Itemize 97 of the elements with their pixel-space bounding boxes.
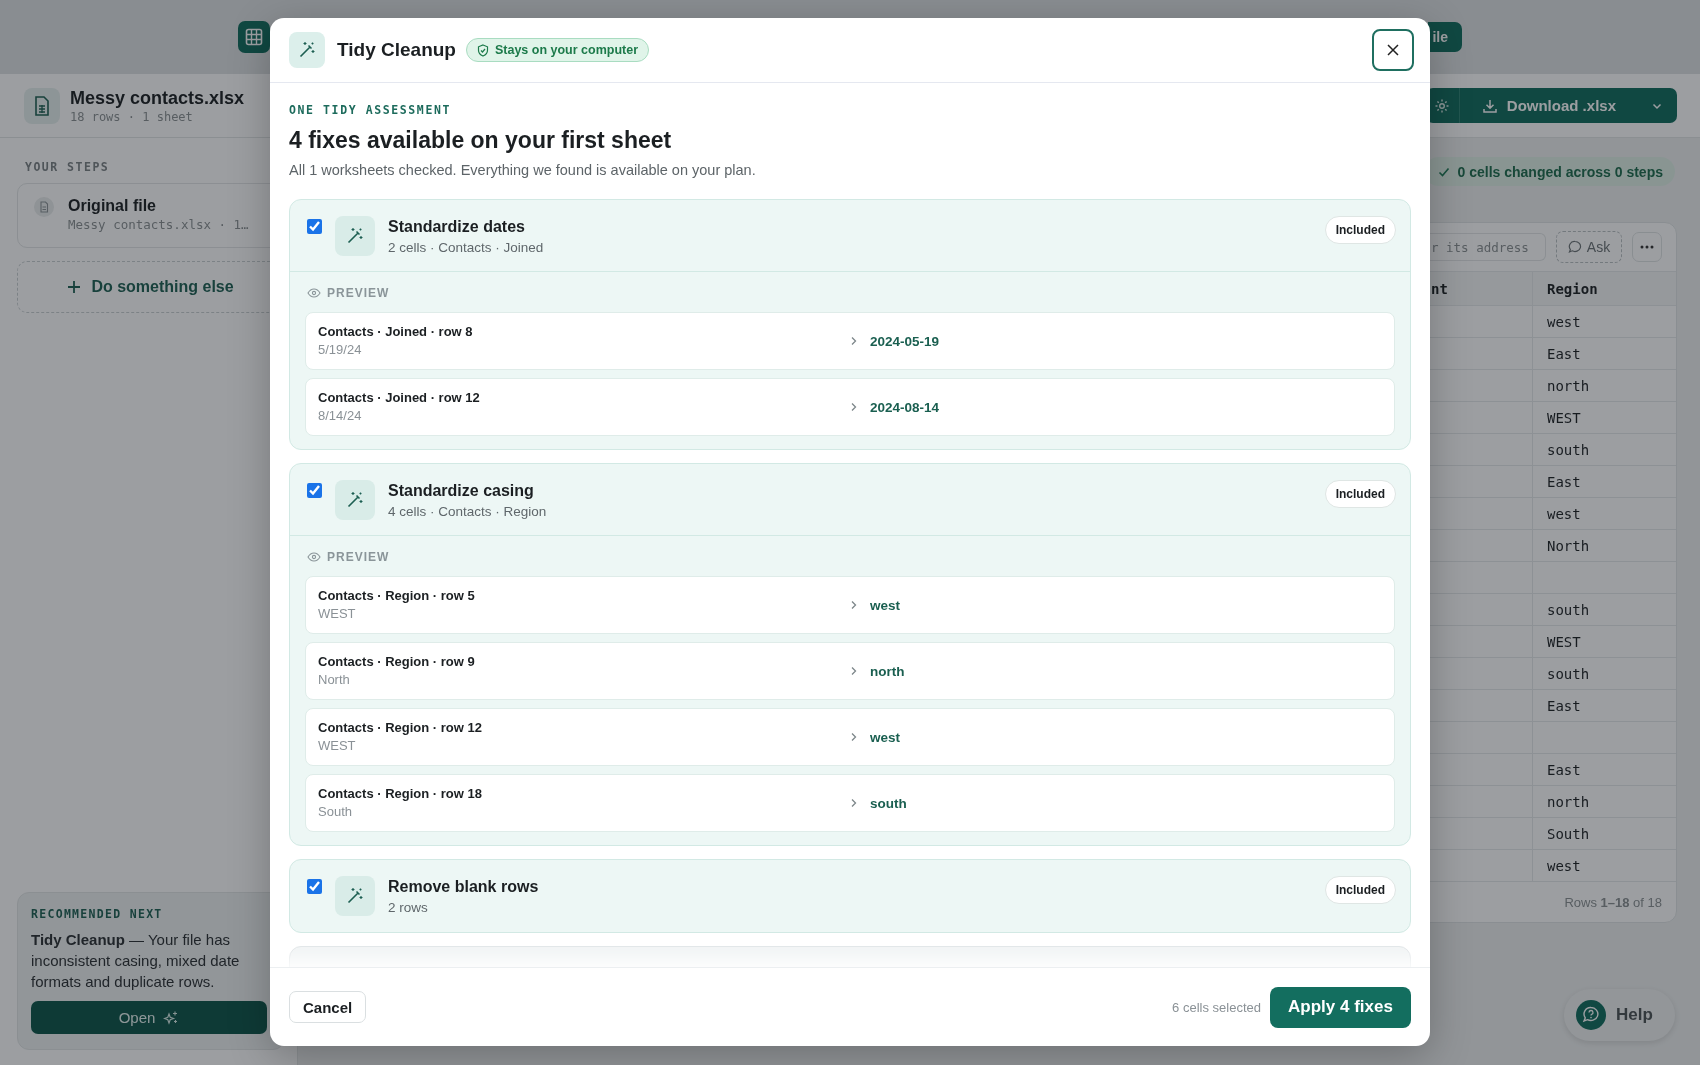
open-button[interactable]: Open xyxy=(31,1001,267,1034)
table-cell-text: East xyxy=(1546,344,1582,364)
dialog-title: Tidy Cleanup xyxy=(337,39,456,61)
file-icon xyxy=(34,197,54,217)
download-button[interactable]: Download .xlsx xyxy=(1459,88,1677,123)
chevron-icon xyxy=(850,402,858,412)
sparkle-icon xyxy=(163,1009,180,1026)
chat-bubble-icon xyxy=(1567,240,1582,254)
fix-checkbox[interactable] xyxy=(307,879,322,894)
cell-location: Contacts · Region · row 9 xyxy=(318,653,476,671)
dialog-heading: 4 fixes available on your first sheet xyxy=(289,126,673,155)
preview-label: PREVIEW xyxy=(327,549,390,565)
summary-text: All 1 worksheets checked. Everything we found is available on your plan. xyxy=(289,161,757,180)
file-meta: 18 rows · 1 sheet xyxy=(70,108,194,125)
old-value: 5/19/24 xyxy=(318,341,363,359)
new-value: west xyxy=(870,597,900,613)
cell-location: Contacts · Region · row 18 xyxy=(318,785,483,803)
old-value: WEST xyxy=(318,605,357,623)
cancel-button[interactable]: Cancel xyxy=(289,991,367,1023)
file-name: Messy contacts.xlsx xyxy=(70,86,245,109)
grid-icon xyxy=(245,28,263,46)
more-icon xyxy=(1640,245,1654,249)
table-cell-text: west xyxy=(1546,856,1582,876)
chevron-icon xyxy=(850,336,858,346)
table-cell-text: west xyxy=(1546,312,1582,332)
table-cell-text: south xyxy=(1546,664,1591,684)
plus-icon xyxy=(67,280,82,294)
new-value: west xyxy=(870,729,900,745)
table-cell-text: north xyxy=(1546,792,1591,812)
settings-icon xyxy=(1434,97,1451,114)
eye-icon xyxy=(307,288,321,298)
table-cell-text: South xyxy=(1546,824,1591,844)
step-title: Original file xyxy=(68,196,157,216)
table-cell-text: north xyxy=(1546,376,1591,396)
chevron-icon xyxy=(850,666,858,676)
wand-icon xyxy=(289,32,325,68)
privacy-badge: Stays on your computer xyxy=(465,38,650,62)
ask-button[interactable]: Ask xyxy=(1556,231,1622,263)
check-icon xyxy=(1437,165,1450,178)
apply-button[interactable]: Apply 4 fixes xyxy=(1270,986,1411,1028)
fix-title: Standardize dates xyxy=(388,217,526,237)
wand-icon xyxy=(335,216,375,256)
step-subtitle: Messy contacts.xlsx · 1… xyxy=(68,216,249,234)
recommendation-text: Tidy Cleanup — Your file has inconsistent casing, mixed date formats and duplicate rows. xyxy=(31,930,241,992)
cell-location: Contacts · Region · row 5 xyxy=(318,587,476,605)
old-value: South xyxy=(318,803,353,821)
fix-checkbox[interactable] xyxy=(307,483,322,498)
table-cell-text: East xyxy=(1546,472,1582,492)
status-badge: Included xyxy=(1324,480,1396,508)
table-cell-text: North xyxy=(1546,536,1591,556)
recommendation-label: RECOMMENDED NEXT xyxy=(31,907,164,921)
new-value: south xyxy=(870,795,907,811)
cell-location: Contacts · Joined · row 12 xyxy=(318,389,481,407)
status-badge: Included xyxy=(1324,876,1396,904)
chevron-icon xyxy=(850,600,858,610)
fix-detail: 2 rows xyxy=(388,899,429,917)
cell-location: Contacts · Region · row 12 xyxy=(318,719,483,737)
spreadsheet-icon xyxy=(24,87,60,124)
eye-icon xyxy=(307,552,321,562)
chevron-icon xyxy=(850,798,858,808)
table-cell-text: WEST xyxy=(1546,632,1582,652)
table-cell-text: west xyxy=(1546,504,1582,524)
status-badge: Included xyxy=(1324,216,1396,244)
selection-count: 6 cells selected xyxy=(1172,999,1261,1015)
help-icon xyxy=(1576,1000,1606,1030)
download-icon xyxy=(1481,97,1498,114)
fix-title: Remove blank rows xyxy=(388,877,539,897)
shield-icon xyxy=(476,43,489,57)
fix-detail: 2 cells · Contacts · Joined xyxy=(388,239,544,257)
grid-button[interactable] xyxy=(238,21,270,53)
section-label: ONE TIDY ASSESSMENT xyxy=(289,102,452,118)
close-button[interactable] xyxy=(1372,29,1414,71)
new-value: 2024-08-14 xyxy=(870,399,940,415)
table-cell-text: south xyxy=(1546,600,1591,620)
table-cell-text: East xyxy=(1546,760,1582,780)
preview-label: PREVIEW xyxy=(327,285,390,301)
table-cell-text: south xyxy=(1546,440,1591,460)
old-value: WEST xyxy=(318,737,357,755)
help-button[interactable]: Help xyxy=(1564,989,1675,1041)
new-value: north xyxy=(870,663,905,679)
cell-location: Contacts · Joined · row 8 xyxy=(318,323,474,341)
table-cell-text: WEST xyxy=(1546,408,1582,428)
file-button[interactable]: ile xyxy=(1428,22,1462,52)
wand-icon xyxy=(335,876,375,916)
fix-title: Standardize casing xyxy=(388,481,535,501)
section-heading: YOUR STEPS xyxy=(24,160,111,174)
fix-checkbox[interactable] xyxy=(307,219,322,234)
close-icon xyxy=(1387,44,1399,56)
wand-icon xyxy=(335,480,375,520)
fix-detail: 4 cells · Contacts · Region xyxy=(388,503,547,521)
row-count: Rows 1–18 of 18 xyxy=(1564,894,1662,910)
chevron-icon xyxy=(850,732,858,742)
new-value: 2024-05-19 xyxy=(870,333,940,349)
old-value: 8/14/24 xyxy=(318,407,363,425)
table-cell-text: East xyxy=(1546,696,1582,716)
old-value: North xyxy=(318,671,351,689)
column-header: Region xyxy=(1546,279,1599,299)
